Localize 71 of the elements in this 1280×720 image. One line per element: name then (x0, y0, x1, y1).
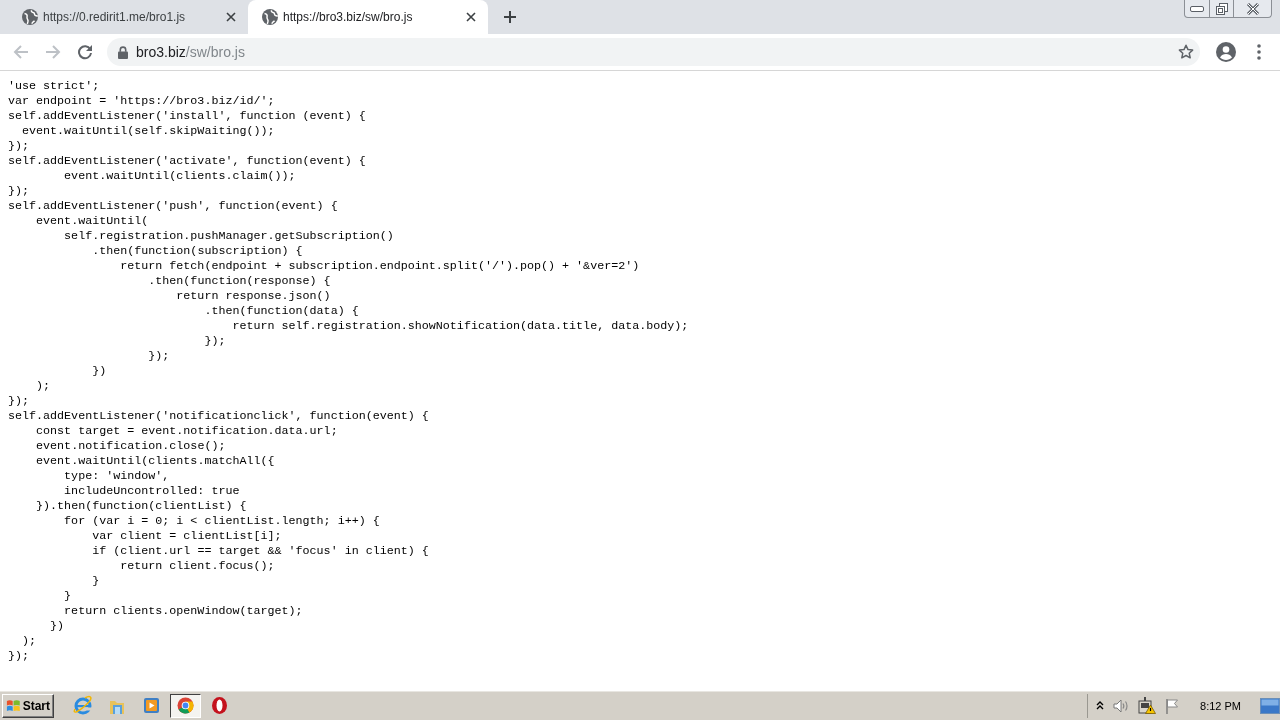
code-line: return self.registration.showNotification(data.title, data.body); (232, 319, 689, 333)
code-line: }); (148, 349, 170, 363)
lock-icon (118, 45, 128, 59)
restore-icon (1215, 2, 1228, 15)
code-line: } (64, 589, 72, 603)
code-line: if (client.url == target && 'focus' in client) { (92, 544, 429, 558)
code-line: }) (50, 619, 65, 633)
browser-tab[interactable]: https://0.redirit1.me/bro1.js (8, 0, 248, 34)
code-line: for (var i = 0; i < clientList.length; i++) { (64, 514, 380, 528)
code-line: return client.focus(); (120, 559, 275, 573)
globe-icon (22, 9, 38, 25)
plus-icon (503, 10, 517, 24)
windows-logo-icon (6, 698, 21, 713)
code-line: self.addEventListener('notificationclick', function(event) { (8, 409, 429, 423)
code-line: self.addEventListener('activate', function(event) { (8, 154, 366, 168)
code-line: }); (204, 334, 226, 348)
close-icon (1245, 2, 1260, 15)
code-line: self.addEventListener('install', function (event) { (8, 109, 366, 123)
e-logo-icon (73, 695, 94, 716)
clock-text: 8:12 PM (1200, 699, 1241, 712)
code-line: }).then(function(clientList) { (36, 499, 247, 513)
code-line: .then(function(response) { (148, 274, 331, 288)
code-line: return clients.openWindow(target); (64, 604, 303, 618)
code-line: const target = event.notification.data.url; (36, 424, 338, 438)
circle-logo-icon (175, 695, 196, 716)
profile-icon (1216, 42, 1236, 62)
code-line: event.waitUntil(clients.matchAll({ (36, 454, 275, 468)
address-bar[interactable]: bro3.biz/sw/bro.js (107, 38, 1200, 66)
close-icon (226, 12, 236, 22)
reload-icon (77, 44, 93, 60)
back-arrow-icon (13, 44, 29, 60)
network-warning-icon[interactable] (1138, 697, 1157, 714)
speaker-icon[interactable] (1113, 698, 1130, 713)
o-logo-icon (209, 695, 230, 716)
start-button[interactable]: Start (2, 693, 54, 718)
code-line: var client = clientList[i]; (92, 529, 282, 543)
code-line: .then(function(subscription) { (92, 244, 303, 258)
close-icon (466, 12, 476, 22)
show-desktop-icon[interactable] (1260, 697, 1280, 714)
code-line: event.waitUntil(clients.claim()); (64, 169, 296, 183)
code-line: self.addEventListener('push', function(event) { (8, 199, 338, 213)
code-line: }); (8, 184, 30, 198)
play-icon (141, 695, 162, 716)
code-line: event.waitUntil( (36, 214, 149, 228)
code-line: event.notification.close(); (36, 439, 226, 453)
browser-tab[interactable]: https://bro3.biz/sw/bro.js (248, 0, 488, 34)
code-line: self.registration.pushManager.getSubscription() (64, 229, 394, 243)
chevron-up-icon[interactable] (1096, 701, 1105, 710)
star-icon (1178, 44, 1194, 60)
code-line: ); (36, 379, 51, 393)
taskbar-app-button[interactable] (170, 693, 201, 718)
code-line: return response.json() (176, 289, 331, 303)
forward-arrow-icon (45, 44, 61, 60)
code-line: }); (8, 139, 30, 153)
code-line: .then(function(data) { (204, 304, 359, 318)
code-line: return fetch(endpoint + subscription.endpoint.split('/').pop() + '&ver=2') (120, 259, 640, 273)
code-line: 'use strict'; (8, 79, 100, 93)
minimize-icon (1190, 5, 1204, 12)
url-text: bro3.biz/sw/bro.js (136, 44, 246, 60)
code-line: } (92, 574, 100, 588)
more-menu-icon (1257, 44, 1261, 60)
code-line: includeUncontrolled: true (64, 484, 240, 498)
code-line: var endpoint = 'https://bro3.biz/id/'; (8, 94, 275, 108)
code-line: type: 'window', (64, 469, 170, 483)
code-line: }); (8, 394, 30, 408)
code-line: }); (8, 649, 30, 663)
code-line: }) (92, 364, 107, 378)
code-line: event.waitUntil(self.skipWaiting()); (22, 124, 275, 138)
flag-icon[interactable] (1165, 697, 1180, 714)
code-line: ); (22, 634, 37, 648)
globe-icon (262, 9, 278, 25)
